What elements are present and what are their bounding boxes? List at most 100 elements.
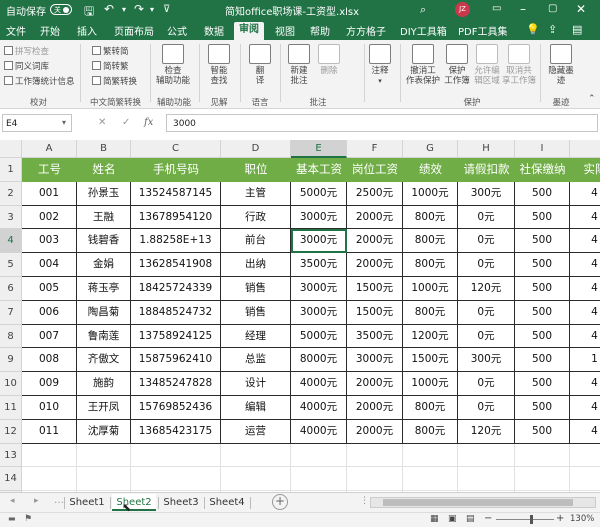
table-cell[interactable]: 800元 [403,229,458,254]
table-cell[interactable]: 500 [515,324,570,349]
table-cell[interactable]: 500 [515,396,570,420]
add-sheet-icon[interactable]: + [272,494,288,510]
horizontal-scrollbar[interactable] [370,497,596,508]
column-header[interactable]: I [515,140,570,158]
table-cell[interactable]: 5000元 [291,324,347,349]
sheet-tab-3[interactable]: Sheet3 [160,494,202,511]
scrollbar-thumb[interactable] [383,499,573,506]
delete-comment-button[interactable]: 删除 [316,44,342,76]
empty-cell[interactable] [77,467,131,492]
table-cell[interactable]: 006 [22,300,77,325]
column-header[interactable]: E [291,140,347,158]
search-icon[interactable]: ⌕ [420,3,426,17]
table-cell[interactable]: 4 [570,182,600,206]
table-cell[interactable]: 运营 [221,419,291,444]
simp-to-trad-button[interactable]: 简转繁 [92,60,129,72]
maximize-icon[interactable]: ▢ [548,3,557,14]
table-cell[interactable]: 3500元 [291,253,347,277]
row-header[interactable]: 14 [0,467,22,492]
sheet-tab-4[interactable]: Sheet4 [206,494,248,511]
column-header[interactable] [570,140,600,158]
table-cell[interactable]: 010 [22,396,77,420]
table-cell[interactable]: 销售 [221,300,291,325]
table-cell[interactable]: 前台 [221,229,291,254]
table-cell[interactable]: 编辑 [221,396,291,420]
table-cell[interactable]: 3000元 [347,348,403,373]
empty-cell[interactable] [347,467,403,492]
empty-cell[interactable] [291,467,347,492]
row-header[interactable]: 13 [0,443,22,468]
hide-ink-button[interactable]: 隐藏墨 迹 [543,44,579,86]
table-cell[interactable]: 0元 [458,396,515,420]
tab-page-layout[interactable]: 页面布局 [114,23,154,38]
protect-workbook-button[interactable]: 保护 工作簿 [442,44,472,86]
allow-edit-ranges-button[interactable]: 允许编 辑区域 [472,44,502,86]
table-cell[interactable]: 3000元 [291,229,347,254]
empty-cell[interactable] [22,467,77,492]
smart-lookup-button[interactable]: 智能 查找 [202,44,236,86]
lightbulb-icon[interactable]: 💡 [526,23,540,36]
table-cell[interactable]: 陶昌菊 [77,300,131,325]
row-header[interactable]: 4 [0,229,22,254]
empty-cell[interactable] [221,467,291,492]
table-cell[interactable]: 005 [22,277,77,301]
empty-cell[interactable] [221,443,291,468]
zoom-level[interactable]: 130% [570,514,594,524]
table-header-cell[interactable]: 绩效 [403,158,458,182]
spell-check-button[interactable]: 拼写检查 [4,45,49,57]
tab-diy-toolbox[interactable]: DIY工具箱 [400,23,447,38]
table-cell[interactable]: 500 [515,277,570,301]
table-cell[interactable]: 800元 [403,205,458,230]
chinese-conversion-button[interactable]: 简繁转换 [92,75,137,87]
table-cell[interactable]: 主管 [221,181,291,206]
table-cell[interactable]: 2000元 [347,205,403,230]
empty-cell[interactable] [458,443,515,468]
row-header[interactable]: 9 [0,348,22,373]
table-header-cell[interactable]: 姓名 [77,158,131,182]
table-cell[interactable]: 003 [22,229,77,254]
next-sheet-icon[interactable]: ▸ [34,496,39,506]
name-box-dropdown-icon[interactable]: ▾ [62,118,66,127]
table-cell[interactable]: 王融 [77,205,131,230]
sheet-tab-1[interactable]: Sheet1 [66,494,108,511]
zoom-slider[interactable] [496,519,554,520]
row-header[interactable]: 7 [0,300,22,325]
row-header[interactable]: 8 [0,324,22,349]
table-cell[interactable]: 2500元 [347,181,403,206]
table-cell[interactable]: 800元 [403,396,458,420]
table-cell[interactable]: 经理 [221,324,291,349]
table-cell[interactable]: 1500元 [347,277,403,301]
table-cell[interactable]: 齐傲文 [77,348,131,373]
table-cell[interactable]: 4000元 [291,419,347,444]
thesaurus-button[interactable]: 同义词库 [4,60,49,72]
table-cell[interactable]: 销售 [221,277,291,301]
column-header[interactable]: G [403,140,458,158]
table-header-cell[interactable]: 社保缴纳 [515,158,570,182]
prev-sheet-icon[interactable]: ◂ [10,496,15,506]
table-cell[interactable]: 4 [570,396,600,420]
table-cell[interactable]: 1500元 [347,300,403,325]
table-cell[interactable]: 4000元 [291,372,347,396]
empty-cell[interactable] [131,467,221,492]
table-cell[interactable]: 007 [22,324,77,349]
table-cell[interactable]: 011 [22,419,77,444]
table-cell[interactable]: 总监 [221,348,291,373]
table-cell[interactable]: 1000元 [403,277,458,301]
column-header[interactable]: H [458,140,515,158]
table-header-cell[interactable]: 工号 [22,158,77,182]
redo-icon[interactable]: ↷ [134,2,144,16]
ribbon-display-icon[interactable]: ▭ [492,3,501,14]
tab-formulas[interactable]: 公式 [167,23,187,38]
table-cell[interactable]: 800元 [403,419,458,444]
tab-insert[interactable]: 插入 [77,23,97,38]
row-header[interactable]: 2 [0,181,22,206]
undo-dropdown-icon[interactable]: ▾ [122,5,126,14]
table-header-cell[interactable]: 请假扣款 [458,158,515,182]
table-header-cell[interactable]: 基本工资 [291,158,347,182]
table-cell[interactable]: 500 [515,372,570,396]
table-cell[interactable]: 3000元 [291,300,347,325]
table-cell[interactable]: 800元 [403,300,458,325]
tab-data[interactable]: 数据 [204,23,224,38]
zoom-in-icon[interactable]: + [556,513,564,524]
normal-view-icon[interactable]: ▦ [430,514,439,524]
